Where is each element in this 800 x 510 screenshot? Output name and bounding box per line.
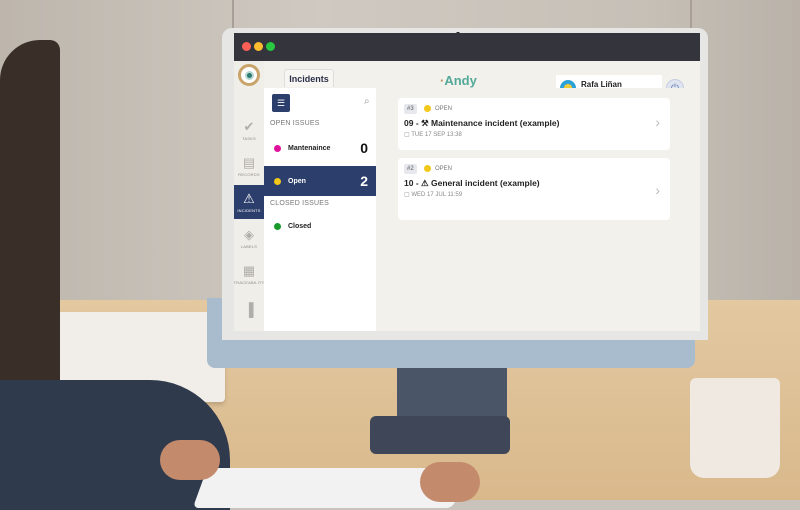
list-menu-button[interactable]: ☰ bbox=[272, 94, 290, 112]
tab-incidents[interactable]: Incidents bbox=[284, 69, 334, 87]
close-button[interactable] bbox=[242, 42, 251, 51]
category-closed[interactable]: Closed bbox=[264, 212, 376, 240]
category-open[interactable]: Open 2 bbox=[264, 166, 376, 196]
incident-title: 10 - ⚠ General incident (example) bbox=[404, 178, 540, 188]
maximize-button[interactable] bbox=[266, 42, 275, 51]
chevron-right-icon: › bbox=[655, 114, 660, 130]
status-badge: OPEN bbox=[424, 105, 452, 112]
chart-icon: ▐ bbox=[244, 302, 254, 317]
chevron-right-icon: › bbox=[655, 182, 660, 198]
search-icon[interactable]: ⌕ bbox=[364, 96, 370, 107]
sidebar-item-labels[interactable]: ◈ LABELS bbox=[234, 221, 264, 255]
incident-category-list: ☰ ⌕ OPEN ISSUES Mantenaince 0 Open 2 CLOSE… bbox=[264, 88, 376, 331]
check-icon: ✔ bbox=[243, 118, 255, 134]
brand-logo: ·Andy bbox=[440, 73, 477, 88]
incident-title: 09 - ⚒ Maintenance incident (example) bbox=[404, 118, 560, 128]
monitor-stand-foot bbox=[370, 416, 510, 454]
sidebar-item-records[interactable]: ▤ RECORDS bbox=[234, 149, 264, 183]
status-dot bbox=[274, 222, 281, 230]
clipboard-icon: ▤ bbox=[242, 154, 256, 170]
window-titlebar bbox=[234, 33, 700, 61]
minimize-button[interactable] bbox=[254, 42, 263, 51]
incident-card[interactable]: #2 OPEN 10 - ⚠ General incident (example… bbox=[398, 158, 670, 220]
eye-icon bbox=[244, 70, 254, 80]
sidebar-item-reports[interactable]: ▐ bbox=[234, 293, 264, 327]
status-dot bbox=[274, 177, 281, 185]
incident-date: ▢ TUE 17 SEP 13:38 bbox=[404, 132, 462, 138]
incident-list: #3 OPEN 09 - ⚒ Maintenance incident (exa… bbox=[376, 88, 700, 331]
incident-number: #2 bbox=[404, 164, 417, 174]
category-mantenaince[interactable]: Mantenaince 0 bbox=[264, 134, 376, 162]
status-dot bbox=[274, 144, 281, 152]
status-badge: OPEN bbox=[424, 165, 452, 172]
closed-issues-heading: CLOSED ISSUES bbox=[270, 200, 330, 207]
warning-icon: ⚠ bbox=[243, 190, 255, 206]
sidebar-item-incidents[interactable]: ⚠ INCIDENTS bbox=[234, 185, 264, 219]
box-icon: ▦ bbox=[242, 262, 256, 278]
screen: ✔ TASKS ▤ RECORDS ⚠ INCIDENTS ◈ LABELS ▦ TRAC… bbox=[234, 33, 700, 331]
label-icon: ◈ bbox=[244, 226, 254, 242]
app-logo-avatar bbox=[238, 64, 260, 86]
incident-date: ▢ WED 17 JUL 11:59 bbox=[404, 192, 463, 198]
right-hand bbox=[420, 462, 480, 502]
incident-number: #3 bbox=[404, 104, 417, 114]
sidebar-item-tasks[interactable]: ✔ TASKS bbox=[234, 113, 264, 147]
left-hand bbox=[160, 440, 220, 480]
sidebar-item-traceability[interactable]: ▦ TRACEABILITY bbox=[234, 257, 264, 291]
pen-cup bbox=[690, 378, 780, 478]
incident-card[interactable]: #3 OPEN 09 - ⚒ Maintenance incident (exa… bbox=[398, 98, 670, 150]
sidebar-nav: ✔ TASKS ▤ RECORDS ⚠ INCIDENTS ◈ LABELS ▦ TRAC… bbox=[234, 61, 264, 331]
open-issues-heading: OPEN ISSUES bbox=[270, 120, 320, 127]
